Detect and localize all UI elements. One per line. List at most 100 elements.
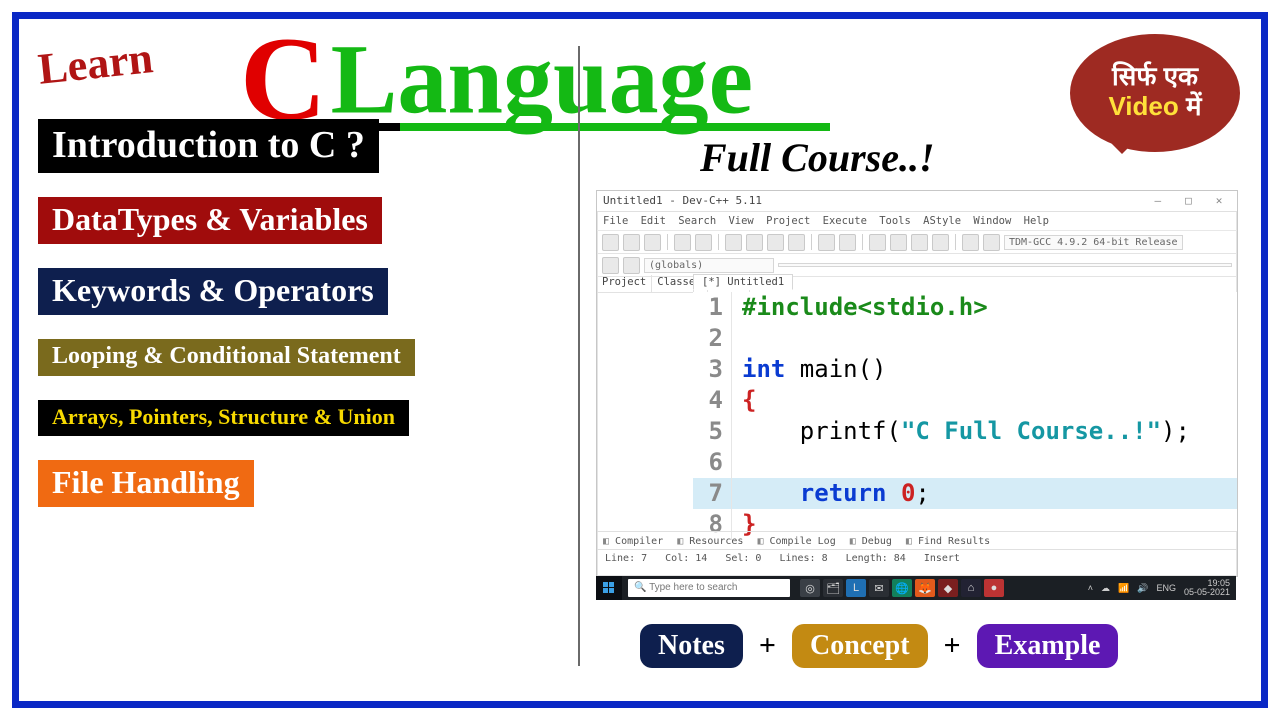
toolbar-icon[interactable] xyxy=(983,234,1000,251)
task-icon[interactable]: ◆ xyxy=(938,579,958,597)
wifi-icon[interactable]: 📶 xyxy=(1118,583,1129,594)
topic-looping: Looping & Conditional Statement xyxy=(38,339,415,376)
line-number: 3 xyxy=(693,354,732,385)
tab-debug[interactable]: Debug xyxy=(850,536,892,547)
toolbar-icon[interactable] xyxy=(602,234,619,251)
status-line: Line: 7 xyxy=(605,553,647,564)
tab-find[interactable]: Find Results xyxy=(906,536,990,547)
globals-select[interactable]: (globals) xyxy=(644,258,774,273)
code-line: #include<stdio.h> xyxy=(732,292,988,323)
toolbar-icon[interactable] xyxy=(623,234,640,251)
learn-label: Learn xyxy=(36,32,156,95)
ide-bottom-tabs: Compiler Resources Compile Log Debug Fin… xyxy=(597,531,1237,550)
start-button[interactable] xyxy=(596,576,622,600)
full-course-label: Full Course..! xyxy=(700,134,935,181)
tray-lang[interactable]: ENG xyxy=(1156,583,1176,593)
task-icon[interactable]: ⌂ xyxy=(961,579,981,597)
ide-window-title: Untitled1 - Dev-C++ 5.11 xyxy=(603,191,762,211)
tab-compiler[interactable]: Compiler xyxy=(603,536,663,547)
taskbar-apps: ◎ 🗂 L ✉ 🌐 🦊 ◆ ⌂ ● xyxy=(800,579,1004,597)
pill-concept: Concept xyxy=(792,624,928,668)
status-mode: Insert xyxy=(924,553,960,564)
window-controls: — □ ✕ xyxy=(1146,191,1231,211)
ide-menubar[interactable]: File Edit Search View Project Execute To… xyxy=(597,212,1237,231)
windows-taskbar: 🔍 Type here to search ◎ 🗂 L ✉ 🌐 🦊 ◆ ⌂ ● … xyxy=(596,576,1236,600)
compiler-select[interactable]: TDM-GCC 4.9.2 64-bit Release xyxy=(1004,235,1183,250)
task-icon[interactable]: ✉ xyxy=(869,579,889,597)
line-number: 7 xyxy=(693,478,732,509)
toolbar-icon[interactable] xyxy=(767,234,784,251)
file-tab[interactable]: [*] Untitled1 xyxy=(693,274,793,290)
toolbar-icon[interactable] xyxy=(869,234,886,251)
close-icon[interactable]: ✕ xyxy=(1207,191,1231,211)
tray-icon[interactable]: ☁ xyxy=(1101,583,1110,594)
toolbar-icon[interactable] xyxy=(725,234,742,251)
bubble-video: Video xyxy=(1108,91,1178,121)
pill-notes: Notes xyxy=(640,624,743,668)
status-col: Col: 14 xyxy=(665,553,707,564)
side-tab-project[interactable]: Project xyxy=(597,275,652,292)
ide-statusbar: Line: 7 Col: 14 Sel: 0 Lines: 8 Length: … xyxy=(597,549,1237,566)
topic-intro: Introduction to C ? xyxy=(38,119,379,173)
code-line: return 0; xyxy=(732,478,930,509)
line-number: 1 xyxy=(693,292,732,323)
task-icon[interactable]: 🌐 xyxy=(892,579,912,597)
symbol-select[interactable] xyxy=(778,263,1232,267)
topic-file: File Handling xyxy=(38,460,254,507)
code-line: printf("C Full Course..!"); xyxy=(732,416,1190,447)
status-lines: Lines: 8 xyxy=(779,553,827,564)
topic-arrays: Arrays, Pointers, Structure & Union xyxy=(38,400,409,436)
toolbar-icon[interactable] xyxy=(695,234,712,251)
task-icon[interactable]: ◎ xyxy=(800,579,820,597)
toolbar-icon[interactable] xyxy=(839,234,856,251)
status-length: Length: 84 xyxy=(846,553,906,564)
topic-datatypes: DataTypes & Variables xyxy=(38,197,382,244)
tab-resources[interactable]: Resources xyxy=(677,536,743,547)
editor-tabs: [*] Untitled1 xyxy=(693,275,1237,293)
status-sel: Sel: 0 xyxy=(725,553,761,564)
maximize-icon[interactable]: □ xyxy=(1176,191,1200,211)
code-editor[interactable]: 1 #include<stdio.h> 2 3 int main() 4 { 5… xyxy=(693,292,1237,532)
toolbar-icon[interactable] xyxy=(623,257,640,274)
toolbar-icon[interactable] xyxy=(962,234,979,251)
task-icon[interactable]: 🦊 xyxy=(915,579,935,597)
toolbar-icon[interactable] xyxy=(788,234,805,251)
toolbar-icon[interactable] xyxy=(890,234,907,251)
taskbar-search[interactable]: 🔍 Type here to search xyxy=(628,579,790,597)
plus-icon: + xyxy=(759,629,776,663)
toolbar-icon[interactable] xyxy=(674,234,691,251)
windows-icon xyxy=(603,582,615,594)
tray-clock[interactable]: 19:05 05-05-2021 xyxy=(1184,579,1230,597)
ide-titlebar: Untitled1 - Dev-C++ 5.11 — □ ✕ xyxy=(597,191,1237,212)
line-number: 5 xyxy=(693,416,732,447)
task-icon[interactable]: ● xyxy=(984,579,1004,597)
toolbar-icon[interactable] xyxy=(818,234,835,251)
clock-date: 05-05-2021 xyxy=(1184,588,1230,597)
code-line: { xyxy=(742,386,756,414)
toolbar-icon[interactable] xyxy=(644,234,661,251)
bottom-pills: Notes + Concept + Example xyxy=(640,624,1118,668)
ide-window: Untitled1 - Dev-C++ 5.11 — □ ✕ File Edit… xyxy=(596,190,1238,577)
plus-icon: + xyxy=(944,629,961,663)
left-column: Learn Introduction to C ? DataTypes & Va… xyxy=(38,38,558,507)
task-icon[interactable]: L xyxy=(846,579,866,597)
ide-toolbar-1: TDM-GCC 4.9.2 64-bit Release xyxy=(597,231,1237,254)
system-tray: ˄ ☁ 📶 🔊 ENG 19:05 05-05-2021 xyxy=(1088,579,1236,597)
volume-icon[interactable]: 🔊 xyxy=(1137,583,1148,594)
tab-compilelog[interactable]: Compile Log xyxy=(757,536,835,547)
minimize-icon[interactable]: — xyxy=(1146,191,1170,211)
toolbar-icon[interactable] xyxy=(602,257,619,274)
toolbar-icon[interactable] xyxy=(911,234,928,251)
bubble-line1: सिर्फ एक xyxy=(1112,61,1198,91)
bubble-suffix: में xyxy=(1186,91,1202,121)
toolbar-icon[interactable] xyxy=(746,234,763,251)
vertical-divider xyxy=(578,46,580,666)
tray-icon[interactable]: ˄ xyxy=(1088,583,1093,593)
line-number: 2 xyxy=(693,323,732,354)
topic-keywords: Keywords & Operators xyxy=(38,268,388,315)
toolbar-icon[interactable] xyxy=(932,234,949,251)
line-number: 4 xyxy=(693,385,732,416)
line-number: 6 xyxy=(693,447,732,478)
task-icon[interactable]: 🗂 xyxy=(823,579,843,597)
pill-example: Example xyxy=(977,624,1119,668)
